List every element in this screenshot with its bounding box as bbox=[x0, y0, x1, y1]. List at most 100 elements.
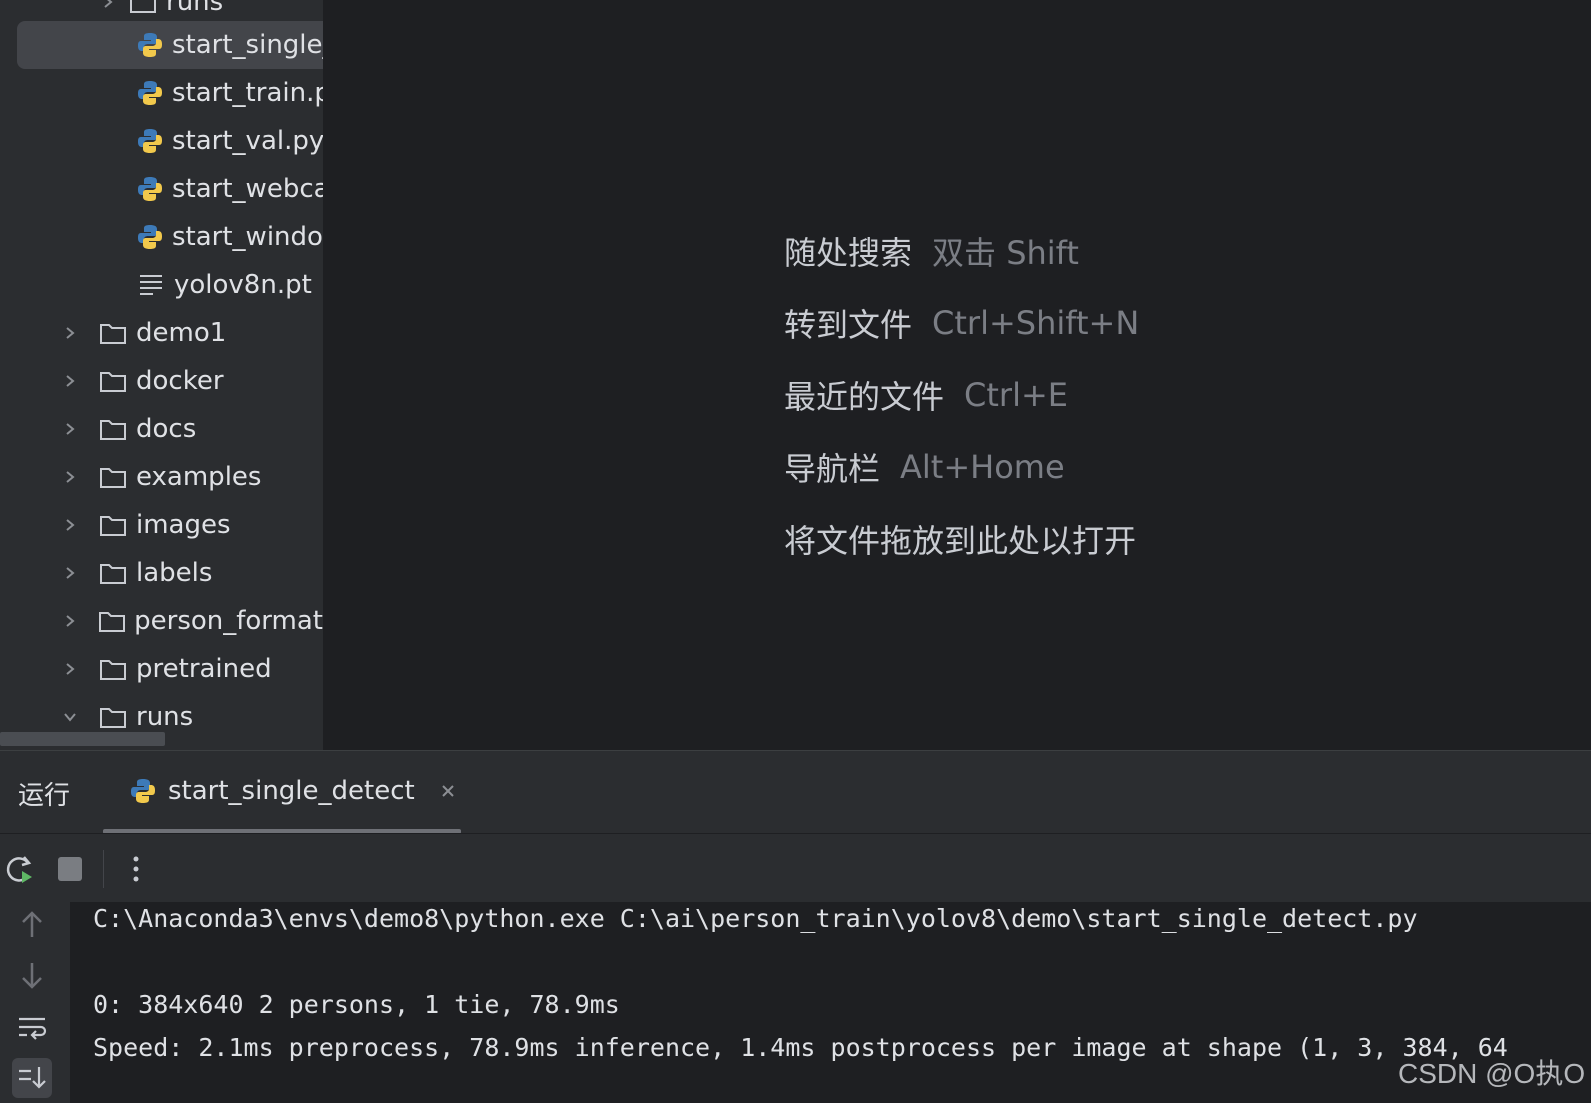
chevron-right-icon[interactable] bbox=[94, 0, 122, 16]
run-panel-title: 运行 bbox=[18, 781, 71, 811]
tip-label: 导航栏 bbox=[784, 450, 881, 488]
tip-search-everywhere: 随处搜索 双击 Shift bbox=[784, 215, 1156, 287]
tree-item-label: docker bbox=[136, 366, 224, 396]
tree-item-label: start_val.py bbox=[172, 126, 323, 156]
tree-row[interactable]: start_val.py bbox=[0, 117, 323, 165]
close-icon[interactable] bbox=[437, 780, 459, 802]
tree-item-label: start_webca bbox=[172, 174, 323, 204]
chevron-down-icon[interactable] bbox=[56, 703, 84, 731]
soft-wrap-button[interactable] bbox=[12, 1008, 52, 1048]
run-panel-header: 运行 start_single_detect bbox=[0, 751, 1591, 834]
scroll-up-button[interactable] bbox=[12, 904, 52, 944]
folder-icon bbox=[98, 702, 128, 732]
arrow-down-icon bbox=[22, 963, 42, 989]
tree-row[interactable]: start_single_ bbox=[0, 21, 323, 69]
tree-item-label: yolov8n.pt bbox=[174, 270, 312, 300]
more-options-button[interactable] bbox=[118, 851, 154, 887]
chevron-right-icon[interactable] bbox=[56, 655, 84, 683]
tree-item-label: images bbox=[136, 510, 231, 540]
folder-icon bbox=[98, 558, 128, 588]
tree-item-label: start_train.py bbox=[172, 78, 323, 108]
tip-shortcut: Ctrl+Shift+N bbox=[932, 304, 1140, 342]
tip-label: 最近的文件 bbox=[784, 378, 945, 416]
stop-icon bbox=[58, 857, 82, 881]
scroll-down-button[interactable] bbox=[12, 956, 52, 996]
tree-row[interactable]: start_webca bbox=[0, 165, 323, 213]
python-file-icon bbox=[136, 222, 164, 252]
tip-shortcut: Ctrl+E bbox=[964, 376, 1068, 414]
python-file-icon bbox=[136, 126, 164, 156]
tree-row[interactable]: start_train.py bbox=[0, 69, 323, 117]
folder-icon bbox=[98, 510, 128, 540]
rerun-button[interactable] bbox=[2, 851, 38, 887]
folder-icon bbox=[98, 462, 128, 492]
tree-row[interactable]: start_windov bbox=[0, 213, 323, 261]
tree-row[interactable]: docs bbox=[0, 405, 323, 453]
project-panel: runs start_single_ start_train.py start_… bbox=[0, 0, 323, 750]
console-line: C:\Anaconda3\envs\demo8\python.exe C:\ai… bbox=[93, 904, 1418, 933]
python-file-icon bbox=[136, 78, 164, 108]
tree-item-label: pretrained bbox=[136, 654, 272, 684]
tip-goto-file: 转到文件 Ctrl+Shift+N bbox=[784, 287, 1156, 359]
tree-item-label: demo1 bbox=[136, 318, 227, 348]
tree-item-label: docs bbox=[136, 414, 197, 444]
run-tab[interactable]: start_single_detect bbox=[128, 771, 459, 811]
tip-label: 转到文件 bbox=[784, 306, 913, 344]
toolbar-separator bbox=[103, 850, 104, 888]
chevron-right-icon[interactable] bbox=[56, 463, 84, 491]
chevron-right-icon[interactable] bbox=[56, 415, 84, 443]
tip-shortcut: 双击 Shift bbox=[932, 234, 1079, 272]
console-line: 0: 384x640 2 persons, 1 tie, 78.9ms bbox=[93, 990, 620, 1019]
tip-drop-files: 将文件拖放到此处以打开 bbox=[784, 503, 1156, 575]
tip-navigation-bar: 导航栏 Alt+Home bbox=[784, 431, 1156, 503]
tree-row[interactable]: demo1 bbox=[0, 309, 323, 357]
scroll-to-end-icon bbox=[19, 1067, 46, 1089]
console-output[interactable]: C:\Anaconda3\envs\demo8\python.exe C:\ai… bbox=[70, 902, 1591, 1103]
tree-row[interactable]: images bbox=[0, 501, 323, 549]
scroll-to-end-button[interactable] bbox=[12, 1058, 52, 1098]
console-line: Speed: 2.1ms preprocess, 78.9ms inferenc… bbox=[93, 1033, 1508, 1062]
run-tab-label: start_single_detect bbox=[168, 776, 415, 806]
chevron-right-icon[interactable] bbox=[56, 319, 84, 347]
tree-item-label: start_single_ bbox=[172, 30, 323, 60]
folder-icon bbox=[98, 414, 128, 444]
chevron-right-icon[interactable] bbox=[56, 367, 84, 395]
python-file-icon bbox=[136, 174, 164, 204]
tree-row[interactable]: examples bbox=[0, 453, 323, 501]
chevron-right-icon[interactable] bbox=[56, 511, 84, 539]
tree-item-label: runs bbox=[166, 0, 224, 17]
chevron-right-icon[interactable] bbox=[56, 607, 83, 635]
editor-empty-tips: 随处搜索 双击 Shift 转到文件 Ctrl+Shift+N 最近的文件 Ct… bbox=[784, 215, 1156, 575]
tip-label: 将文件拖放到此处以打开 bbox=[784, 522, 1137, 560]
rerun-icon bbox=[6, 856, 32, 883]
python-file-icon bbox=[136, 30, 164, 60]
python-run-icon bbox=[128, 776, 158, 806]
text-file-icon bbox=[136, 270, 166, 300]
watermark: CSDN @O执O bbox=[1398, 1058, 1586, 1089]
folder-icon bbox=[128, 0, 158, 17]
tree-item-label: start_windov bbox=[172, 222, 323, 252]
tree-item-label: examples bbox=[136, 462, 262, 492]
arrow-up-icon bbox=[22, 911, 42, 937]
folder-icon bbox=[98, 654, 128, 684]
chevron-right-icon[interactable] bbox=[56, 559, 84, 587]
tip-label: 随处搜索 bbox=[784, 234, 913, 272]
tree-row[interactable]: pretrained bbox=[0, 645, 323, 693]
tree-item-label: runs bbox=[136, 702, 194, 732]
tree-item-label: labels bbox=[136, 558, 213, 588]
folder-icon bbox=[97, 606, 126, 636]
console-gutter bbox=[0, 902, 70, 1103]
tree-row[interactable]: docker bbox=[0, 357, 323, 405]
tree-row[interactable]: labels bbox=[0, 549, 323, 597]
tree-row[interactable]: yolov8n.pt bbox=[0, 261, 323, 309]
more-vertical-icon bbox=[133, 856, 139, 882]
soft-wrap-icon bbox=[19, 1017, 47, 1040]
tree-item-label: person_format bbox=[134, 606, 323, 636]
folder-icon bbox=[98, 318, 128, 348]
horizontal-scrollbar[interactable] bbox=[0, 732, 165, 746]
folder-icon bbox=[98, 366, 128, 396]
tree-row[interactable]: person_format bbox=[0, 597, 323, 645]
run-toolbar bbox=[0, 834, 1591, 902]
tip-shortcut: Alt+Home bbox=[900, 448, 1065, 486]
stop-button[interactable] bbox=[52, 851, 88, 887]
